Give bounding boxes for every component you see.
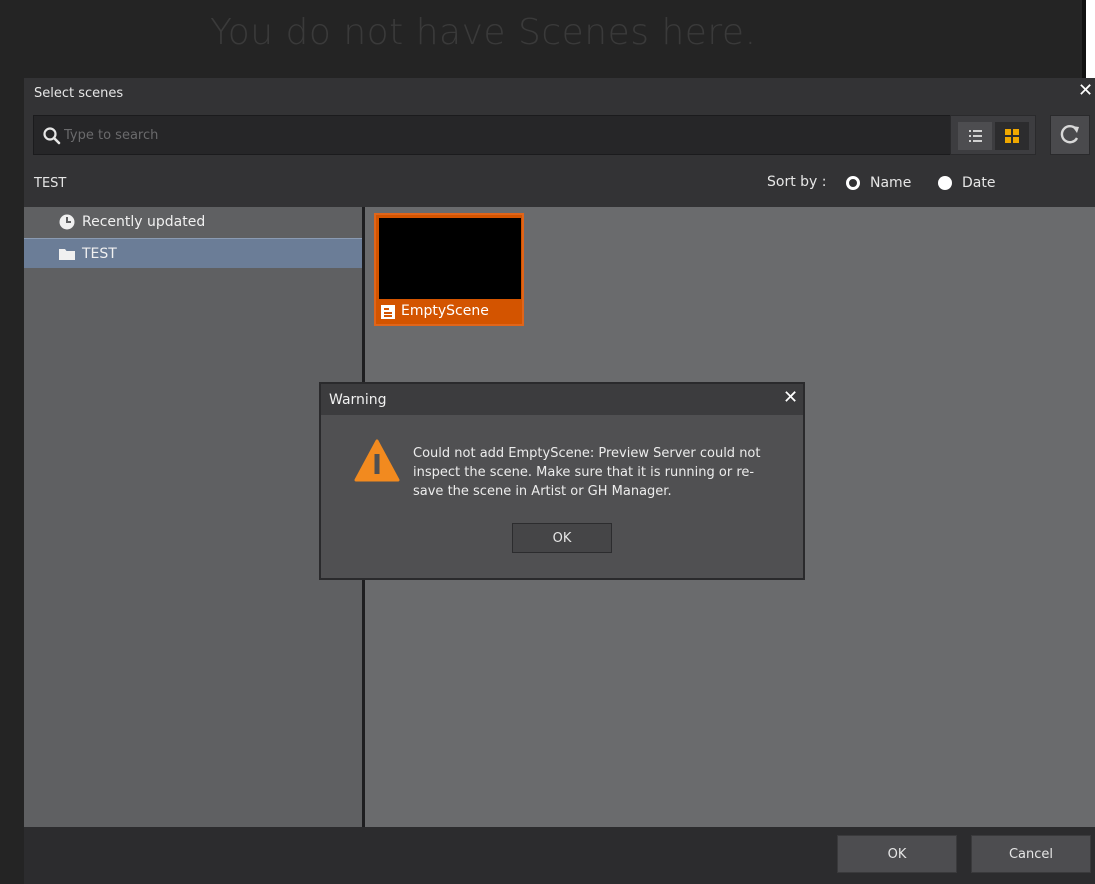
sort-date-label: Date — [962, 175, 996, 191]
tree-item-test[interactable]: TEST — [24, 238, 362, 268]
ok-button[interactable]: OK — [837, 835, 957, 873]
close-icon[interactable]: ✕ — [783, 387, 798, 408]
cancel-button[interactable]: Cancel — [971, 835, 1091, 873]
folder-icon — [59, 248, 75, 260]
warning-dialog: Warning ✕ Could not add EmptyScene: Prev… — [319, 382, 805, 580]
sort-date-option[interactable]: Date — [938, 173, 995, 193]
sort-name-label: Name — [870, 175, 912, 191]
scene-tile[interactable]: EmptyScene — [374, 213, 524, 326]
list-view-button[interactable] — [958, 122, 992, 150]
radio-unselected-icon — [938, 176, 952, 190]
search-input[interactable] — [64, 123, 944, 147]
dialog-footer: OK Cancel — [24, 827, 1095, 884]
warning-title: Warning — [329, 392, 387, 408]
tree-item-recently-updated[interactable]: Recently updated — [24, 207, 362, 237]
sort-name-option[interactable]: Name — [846, 173, 911, 193]
empty-scenes-headline: You do not have Scenes here. — [210, 12, 757, 53]
refresh-button[interactable] — [1050, 115, 1090, 155]
grid-view-button[interactable] — [995, 122, 1029, 150]
close-icon[interactable]: ✕ — [1078, 80, 1093, 101]
tree-item-label: TEST — [82, 245, 117, 262]
refresh-icon — [1060, 125, 1079, 144]
current-path-label: TEST — [34, 176, 67, 191]
search-icon — [43, 127, 61, 145]
clock-icon — [59, 214, 75, 230]
sort-by-label: Sort by : — [767, 174, 827, 190]
radio-selected-icon — [846, 176, 860, 190]
search-box — [33, 115, 961, 155]
list-view-icon — [969, 130, 982, 142]
folder-tree: Recently updated TEST — [24, 207, 362, 827]
grid-view-icon — [1005, 129, 1019, 143]
warning-triangle-icon — [354, 439, 400, 482]
warning-header: Warning ✕ — [321, 384, 803, 415]
warning-ok-button[interactable]: OK — [512, 523, 612, 553]
warning-message: Could not add EmptyScene: Preview Server… — [413, 446, 761, 499]
scene-thumbnail — [379, 218, 521, 299]
tree-item-label: Recently updated — [82, 214, 206, 230]
scene-file-icon — [381, 305, 395, 319]
view-mode-toggle — [950, 115, 1036, 155]
scene-name: EmptyScene — [401, 303, 489, 319]
dialog-title: Select scenes — [34, 86, 124, 101]
